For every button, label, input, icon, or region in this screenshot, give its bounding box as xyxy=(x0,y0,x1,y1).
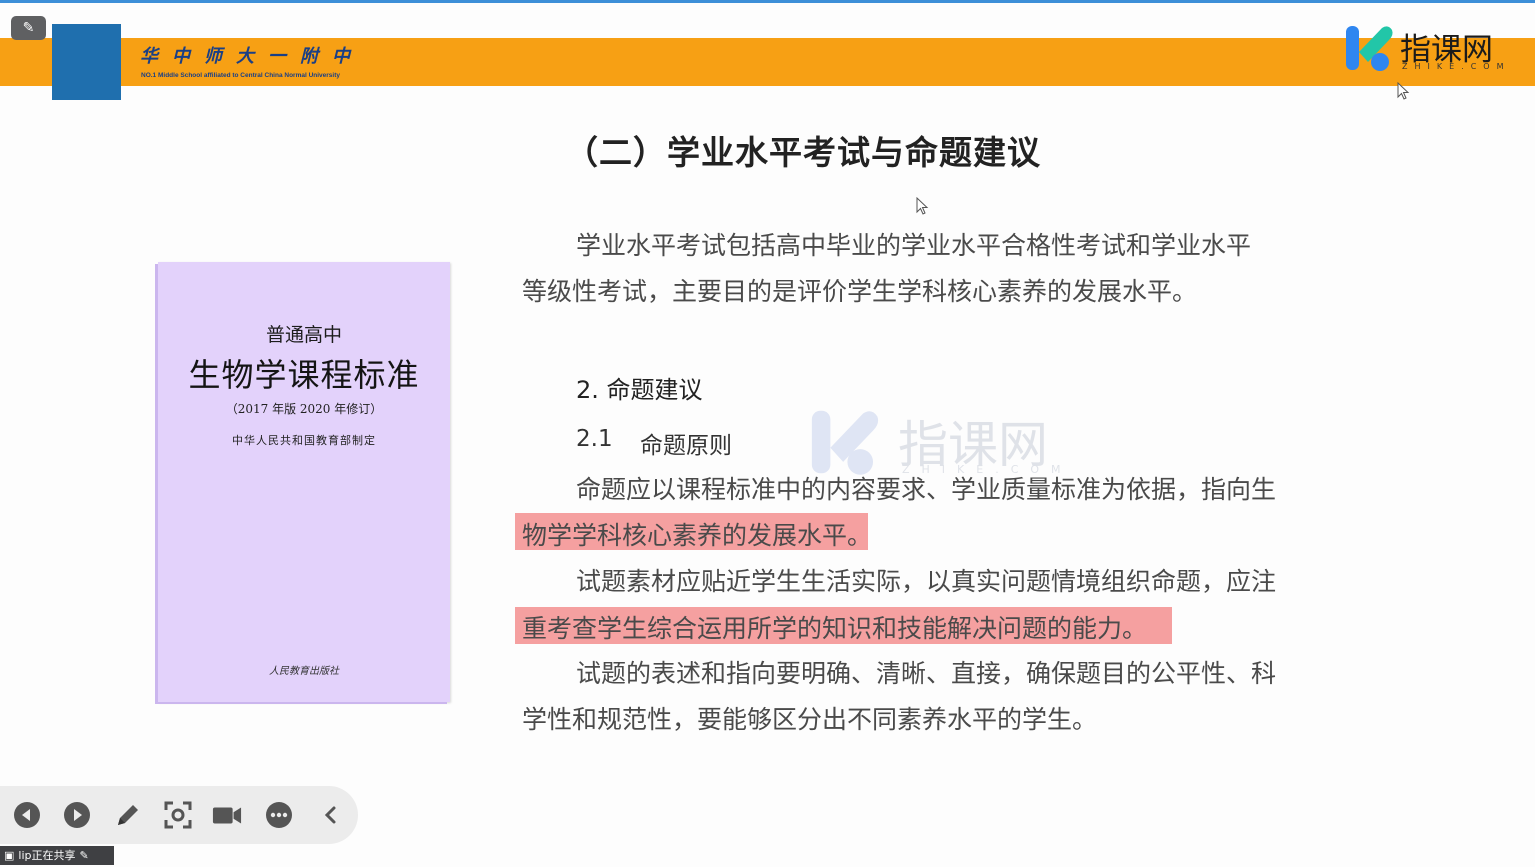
book-publisher: 人民教育出版社 xyxy=(269,666,339,677)
paragraph-1-line-1: 命题应以课程标准中的内容要求、学业质量标准为依据，指向生 xyxy=(576,475,1277,504)
more-icon[interactable] xyxy=(264,800,294,830)
screenshot-icon[interactable] xyxy=(163,800,193,830)
share-status-icon: ▣ xyxy=(4,849,15,862)
camera-icon[interactable] xyxy=(212,800,242,830)
book-org: 中华人民共和国教育部制定 xyxy=(232,434,376,447)
book-subtitle: 普通高中 xyxy=(265,324,342,346)
brand-logo-sub: ZHIKE.COM xyxy=(1402,62,1511,71)
prev-icon[interactable] xyxy=(12,800,42,830)
paragraph-3-line-1: 试题的表述和指向要明确、清晰、直接，确保题目的公平性、科 xyxy=(576,659,1277,688)
edit-icon: ✎ xyxy=(79,849,89,862)
intro-line-1: 学业水平考试包括高中毕业的学业水平合格性考试和学业水平 xyxy=(576,231,1252,260)
watermark-logo-icon xyxy=(811,410,879,475)
brand-logo-icon xyxy=(1346,26,1393,71)
paragraph-3-line-2: 学性和规范性，要能够区分出不同素养水平的学生。 xyxy=(522,705,1098,734)
book-title: 生物学课程标准 xyxy=(188,356,420,394)
paragraph-2-line-1: 试题素材应贴近学生生活实际，以真实问题情境组织命题，应注 xyxy=(576,567,1277,596)
slide-title: （二）学业水平考试与命题建议 xyxy=(565,133,1041,172)
book-cover: 普通高中 生物学课程标准 （2017 年版 2020 年修订） 中华人民共和国教… xyxy=(158,262,450,702)
paragraph-1-line-2: 物学学科核心素养的发展水平。 xyxy=(522,521,873,550)
school-name-en: NO.1 Middle School affiliated to Central… xyxy=(141,72,341,79)
intro-line-2: 等级性考试，主要目的是评价学生学科核心素养的发展水平。 xyxy=(522,277,1198,306)
collapse-icon[interactable] xyxy=(316,800,346,830)
mouse-cursor-icon xyxy=(916,197,929,215)
section-heading: 2. 命题建议 xyxy=(576,376,703,404)
window-top-border xyxy=(0,0,1535,3)
share-status-text: lip正在共享 xyxy=(18,849,76,862)
school-logo-block xyxy=(52,24,121,100)
mouse-cursor-icon xyxy=(1397,82,1410,100)
paragraph-2-line-2: 重考查学生综合运用所学的知识和技能解决问题的能力。 xyxy=(522,614,1148,643)
pen-icon[interactable] xyxy=(113,800,143,830)
school-name-cn: 华中师大一附中 xyxy=(140,46,364,67)
subsection-number: 2.1 xyxy=(576,426,613,452)
slide-viewer: 华中师大一附中 NO.1 Middle School affiliated to… xyxy=(0,0,1535,867)
subsection-title: 命题原则 xyxy=(640,433,732,459)
next-icon[interactable] xyxy=(62,800,92,830)
screen-share-status[interactable]: ▣ lip正在共享 ✎ xyxy=(0,846,114,865)
whiteboard-icon[interactable]: ✎ xyxy=(11,16,46,40)
presentation-toolbar xyxy=(0,786,358,844)
book-edition: （2017 年版 2020 年修订） xyxy=(225,402,383,416)
brand-logo: 指课网 ZHIKE.COM xyxy=(1344,22,1514,76)
